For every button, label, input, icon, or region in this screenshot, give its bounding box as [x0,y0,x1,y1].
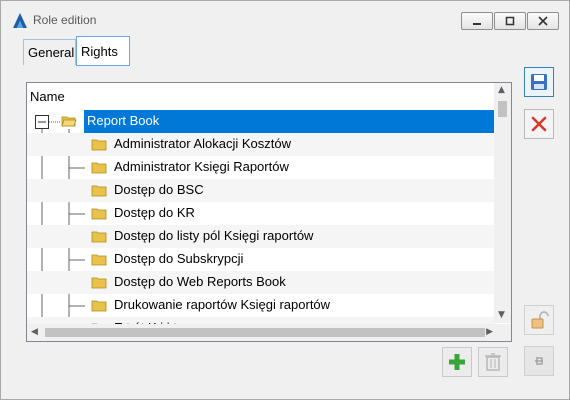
pin-icon [535,357,543,365]
minimize-icon [473,23,481,25]
trash-icon [485,353,501,371]
scroll-corner [494,324,511,341]
tree-item-label: Dostęp do listy pól Księgi raportów [114,228,314,243]
horizontal-scroll-thumb[interactable] [45,328,485,337]
rights-tree[interactable]: Name Report Book Administrator Alokacji … [26,82,512,342]
open-folder-icon [61,116,77,127]
delete-button[interactable] [524,109,554,139]
folder-icon [91,162,107,174]
scroll-down-icon[interactable]: ▼ [498,311,505,320]
tree-root-row[interactable]: Report Book [27,110,496,133]
save-icon [531,74,547,90]
unlock-button[interactable] [524,305,554,335]
folder-icon [91,208,107,220]
folder-icon [91,231,107,243]
window-title: Role edition [33,13,97,27]
pin-button[interactable] [524,346,554,376]
tree-item-label: Dostęp do Subskrypcji [114,251,244,266]
tree-item[interactable]: Dostęp do listy pól Księgi raportów [27,225,495,248]
horizontal-scrollbar[interactable]: ◀ ▶ [27,324,497,341]
folder-icon [91,277,107,289]
vertical-scroll-thumb[interactable] [498,101,507,117]
tab-general[interactable]: General [23,39,76,65]
save-button[interactable] [524,67,554,97]
tree-item[interactable]: Dostęp do KR [27,202,495,225]
tree-root-label: Report Book [87,113,160,128]
tree-item[interactable]: Dostęp do BSC [27,179,495,202]
folder-icon [91,185,107,197]
title-bar: Role edition [1,1,569,39]
tree-item-label: Dostęp do Web Reports Book [114,274,286,289]
tree-item-label: Dostęp do KR [114,205,195,220]
tree-item-label: Administrator Księgi Raportów [114,159,289,174]
tree-item[interactable]: Administrator Księgi Raportów [27,156,495,179]
add-button[interactable] [442,347,472,377]
tree-item-label: Administrator Alokacji Kosztów [114,136,292,151]
tree-item[interactable]: Dostęp do Web Reports Book [27,271,495,294]
tab-rights[interactable]: Rights [76,36,130,66]
maximize-button[interactable] [494,12,526,30]
padlock-icon [531,311,549,329]
close-button[interactable] [527,12,559,30]
scroll-right-icon[interactable]: ▶ [486,328,493,337]
vertical-scrollbar[interactable]: ▲ ▼ [494,83,511,323]
role-edition-window: Role edition General Rights Name Report … [0,0,570,400]
tab-rights-label: Rights [81,43,118,59]
tree-item[interactable]: Drukowanie raportów Księgi raportów [27,294,495,317]
tree-item[interactable]: Dostęp do Subskrypcji [27,248,495,271]
tree-item-label: Dostęp do BSC [114,182,204,197]
add-icon [449,354,465,370]
app-logo-icon [13,13,27,28]
close-icon [538,16,548,26]
maximize-icon [505,16,515,26]
tree-item-label: Drukowanie raportów Księgi raportów [114,297,331,312]
scroll-up-icon[interactable]: ▲ [498,86,505,95]
delete-icon [531,116,547,132]
folder-icon [91,254,107,266]
scroll-left-icon[interactable]: ◀ [31,328,38,337]
remove-button[interactable] [478,347,508,377]
folder-icon [91,139,107,151]
minimize-button[interactable] [461,12,493,30]
folder-icon [91,300,107,312]
tab-general-label: General [28,45,75,60]
tree-item[interactable]: Administrator Alokacji Kosztów [27,133,495,156]
